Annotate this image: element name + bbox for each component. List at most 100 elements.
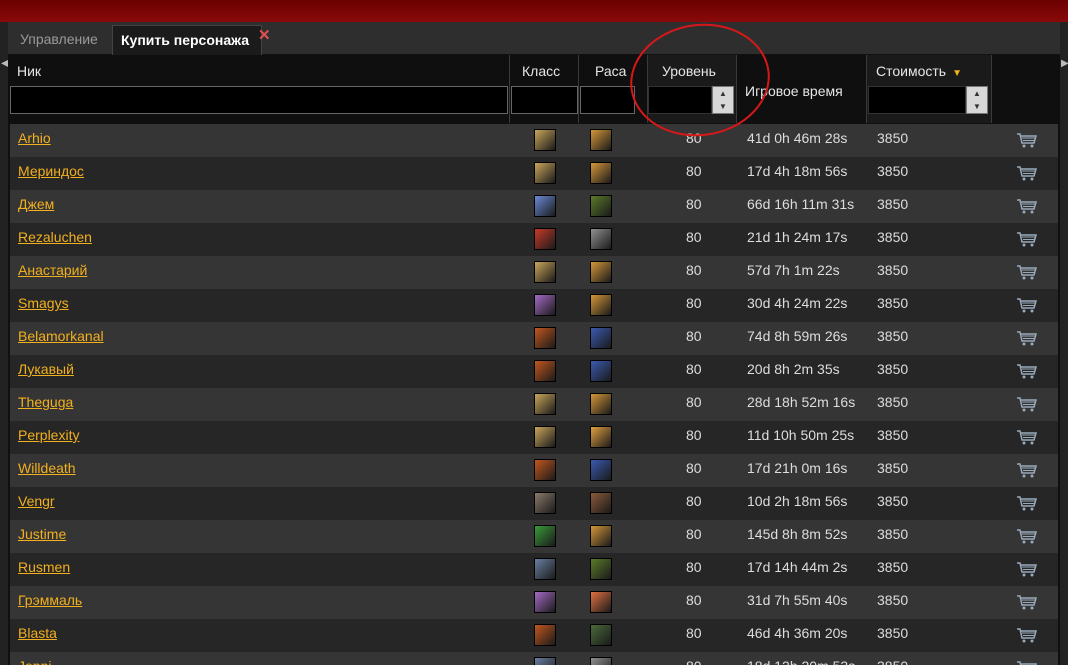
column-level-label[interactable]: Уровень bbox=[662, 63, 716, 79]
race-icon bbox=[590, 525, 612, 547]
level-value: 80 bbox=[686, 295, 702, 311]
chevron-down-icon[interactable]: ▼ bbox=[713, 100, 733, 113]
cart-icon[interactable] bbox=[1016, 561, 1038, 580]
character-name-link[interactable]: Willdeath bbox=[18, 460, 76, 476]
level-filter-input[interactable] bbox=[648, 86, 712, 114]
character-name-link[interactable]: Theguga bbox=[18, 394, 73, 410]
table-row: Theguga 80 28d 18h 52m 16s 3850 bbox=[10, 388, 1058, 421]
playtime-value: 18d 12h 20m 53s bbox=[747, 658, 855, 665]
cart-icon[interactable] bbox=[1016, 627, 1038, 646]
class-icon bbox=[534, 657, 556, 665]
table-row: Blasta 80 46d 4h 36m 20s 3850 bbox=[10, 619, 1058, 652]
cart-icon[interactable] bbox=[1016, 330, 1038, 349]
cart-icon[interactable] bbox=[1016, 231, 1038, 250]
character-name-link[interactable]: Лукавый bbox=[18, 361, 74, 377]
character-name-link[interactable]: Анастарий bbox=[18, 262, 87, 278]
cost-value: 3850 bbox=[877, 427, 909, 443]
playtime-value: 74d 8h 59m 26s bbox=[747, 328, 848, 344]
cost-value: 3850 bbox=[877, 130, 909, 146]
class-icon bbox=[534, 591, 556, 613]
column-cost-label[interactable]: Стоимость ▼ bbox=[876, 63, 962, 79]
cart-icon[interactable] bbox=[1016, 264, 1038, 283]
chevron-up-icon[interactable]: ▲ bbox=[967, 87, 987, 100]
race-icon bbox=[590, 624, 612, 646]
cost-value: 3850 bbox=[877, 625, 909, 641]
character-name-link[interactable]: Belamorkanal bbox=[18, 328, 104, 344]
level-value: 80 bbox=[686, 163, 702, 179]
cost-value: 3850 bbox=[877, 196, 909, 212]
level-value: 80 bbox=[686, 361, 702, 377]
playtime-value: 57d 7h 1m 22s bbox=[747, 262, 840, 278]
chevron-down-icon[interactable]: ▼ bbox=[967, 100, 987, 113]
cart-icon[interactable] bbox=[1016, 165, 1038, 184]
cart-icon[interactable] bbox=[1016, 396, 1038, 415]
race-filter-input[interactable] bbox=[580, 86, 635, 114]
cart-icon[interactable] bbox=[1016, 462, 1038, 481]
column-race: Раса bbox=[579, 55, 648, 123]
race-icon bbox=[590, 327, 612, 349]
character-name-link[interactable]: Justime bbox=[18, 526, 66, 542]
character-name-link[interactable]: Rezaluchen bbox=[18, 229, 92, 245]
cost-value: 3850 bbox=[877, 526, 909, 542]
playtime-value: 10d 2h 18m 56s bbox=[747, 493, 848, 509]
tab-buy-character[interactable]: Купить персонажа bbox=[112, 25, 262, 55]
playtime-value: 17d 4h 18m 56s bbox=[747, 163, 848, 179]
class-icon bbox=[534, 129, 556, 151]
cart-icon[interactable] bbox=[1016, 363, 1038, 382]
cart-icon[interactable] bbox=[1016, 198, 1038, 217]
chevron-up-icon[interactable]: ▲ bbox=[713, 87, 733, 100]
cost-value: 3850 bbox=[877, 328, 909, 344]
cost-value: 3850 bbox=[877, 658, 908, 665]
level-value: 80 bbox=[686, 592, 702, 608]
cost-spinner[interactable]: ▲ ▼ bbox=[966, 86, 988, 114]
cart-icon[interactable] bbox=[1016, 132, 1038, 151]
sort-desc-icon: ▼ bbox=[952, 68, 962, 79]
character-name-link[interactable]: Arhio bbox=[18, 130, 51, 146]
level-value: 80 bbox=[686, 460, 702, 476]
level-value: 80 bbox=[686, 262, 702, 278]
cost-value: 3850 bbox=[877, 295, 909, 311]
character-name-link[interactable]: Джем bbox=[18, 196, 54, 212]
character-name-link[interactable]: Vengr bbox=[18, 493, 55, 509]
cost-value: 3850 bbox=[877, 361, 909, 377]
character-name-link[interactable]: Мериндос bbox=[18, 163, 84, 179]
table-row: Анастарий 80 57d 7h 1m 22s 3850 bbox=[10, 256, 1058, 289]
column-race-label[interactable]: Раса bbox=[595, 63, 626, 79]
column-nick-label[interactable]: Ник bbox=[17, 63, 41, 79]
level-value: 80 bbox=[686, 559, 702, 575]
nick-filter-input[interactable] bbox=[10, 86, 508, 114]
character-name-link[interactable]: Rusmen bbox=[18, 559, 70, 575]
character-name-link[interactable]: Jeppi bbox=[18, 658, 51, 665]
level-spinner[interactable]: ▲ ▼ bbox=[712, 86, 734, 114]
cart-icon[interactable] bbox=[1016, 660, 1038, 665]
race-icon bbox=[590, 360, 612, 382]
column-playtime-label[interactable]: Игровое время bbox=[745, 83, 843, 99]
class-icon bbox=[534, 393, 556, 415]
cart-icon[interactable] bbox=[1016, 297, 1038, 316]
cost-value: 3850 bbox=[877, 559, 909, 575]
character-name-link[interactable]: Грэммаль bbox=[18, 592, 82, 608]
character-name-link[interactable]: Smagys bbox=[18, 295, 69, 311]
class-icon bbox=[534, 426, 556, 448]
character-name-link[interactable]: Blasta bbox=[18, 625, 57, 641]
cost-value: 3850 bbox=[877, 394, 909, 410]
cost-filter-input[interactable] bbox=[868, 86, 966, 114]
chevron-right-icon[interactable]: ▶ bbox=[1061, 58, 1068, 69]
close-icon[interactable]: ✕ bbox=[258, 26, 271, 44]
class-icon bbox=[534, 327, 556, 349]
class-filter-input[interactable] bbox=[511, 86, 578, 114]
tab-manage[interactable]: Управление bbox=[8, 25, 110, 54]
level-value: 80 bbox=[686, 394, 702, 410]
cart-icon[interactable] bbox=[1016, 429, 1038, 448]
column-class-label[interactable]: Класс bbox=[522, 63, 560, 79]
character-list: Arhio 80 41d 0h 46m 28s 3850 Мериндос 80 17d 4… bbox=[10, 124, 1058, 665]
cart-icon[interactable] bbox=[1016, 594, 1038, 613]
column-class: Класс bbox=[510, 55, 579, 123]
table-row: Belamorkanal 80 74d 8h 59m 26s 3850 bbox=[10, 322, 1058, 355]
character-name-link[interactable]: Perplexity bbox=[18, 427, 79, 443]
playtime-value: 145d 8h 8m 52s bbox=[747, 526, 848, 542]
class-icon bbox=[534, 492, 556, 514]
cart-icon[interactable] bbox=[1016, 495, 1038, 514]
table-row: Грэммаль 80 31d 7h 55m 40s 3850 bbox=[10, 586, 1058, 619]
cart-icon[interactable] bbox=[1016, 528, 1038, 547]
